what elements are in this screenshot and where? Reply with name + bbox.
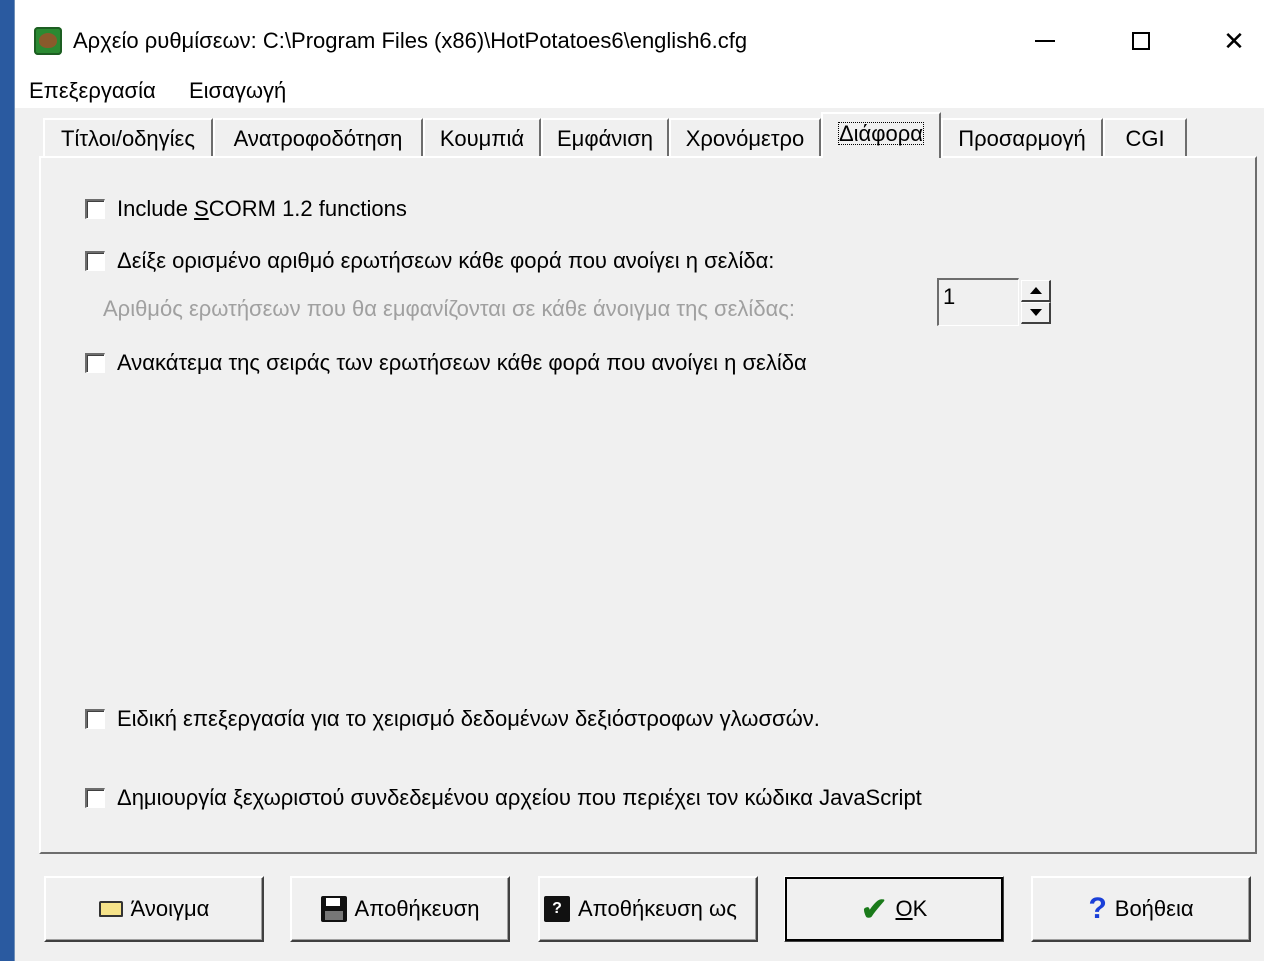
config-dialog: Αρχείο ρυθμίσεων: C:\Program Files (x86)…: [14, 0, 1264, 961]
maximize-button[interactable]: [1118, 22, 1164, 60]
menu-edit[interactable]: Επεξεργασία: [29, 78, 156, 104]
open-button[interactable]: Άνοιγμα: [44, 876, 264, 942]
num-questions-input[interactable]: 1: [937, 278, 1019, 326]
rtl-option[interactable]: Ειδική επεξεργασία για το χειρισμό δεδομ…: [85, 706, 820, 732]
floppy-disk-question-icon: ?: [544, 896, 570, 922]
scorm-option[interactable]: Include SCORM 1.2 functions: [85, 196, 407, 222]
shuffle-option[interactable]: Ανακάτεμα της σειράς των ερωτήσεων κάθε …: [85, 350, 807, 376]
separate-js-option[interactable]: Δημιουργία ξεχωριστού συνδεδεμένου αρχεί…: [85, 785, 922, 811]
scorm-checkbox[interactable]: [85, 199, 105, 219]
save-as-button[interactable]: ? Αποθήκευση ως: [538, 876, 758, 942]
minimize-button[interactable]: [1022, 22, 1068, 60]
rtl-checkbox[interactable]: [85, 709, 105, 729]
window-title: Αρχείο ρυθμίσεων: C:\Program Files (x86)…: [73, 28, 748, 53]
scorm-label: Include SCORM 1.2 functions: [117, 196, 407, 221]
menu-insert[interactable]: Εισαγωγή: [189, 78, 286, 104]
tab-timer[interactable]: Χρονόμετρο: [669, 118, 821, 156]
tab-appearance[interactable]: Εμφάνιση: [541, 118, 669, 156]
show-n-questions-label: Δείξε ορισμένο αριθμό ερωτήσεων κάθε φορ…: [117, 248, 775, 273]
separate-js-checkbox[interactable]: [85, 788, 105, 808]
shuffle-label: Ανακάτεμα της σειράς των ερωτήσεων κάθε …: [117, 350, 807, 375]
separate-js-label: Δημιουργία ξεχωριστού συνδεδεμένου αρχεί…: [117, 785, 922, 810]
minimize-icon: [1035, 40, 1055, 42]
floppy-disk-icon: [320, 896, 347, 922]
maximize-icon: [1132, 32, 1150, 50]
question-mark-icon: ?: [1088, 892, 1107, 925]
tab-feedback[interactable]: Ανατροφοδότηση: [213, 118, 423, 156]
hot-potatoes-icon: [34, 27, 62, 55]
shuffle-checkbox[interactable]: [85, 353, 105, 373]
close-button[interactable]: ✕: [1211, 22, 1257, 60]
tab-cgi[interactable]: CGI: [1103, 118, 1187, 156]
show-n-questions-option[interactable]: Δείξε ορισμένο αριθμό ερωτήσεων κάθε φορ…: [85, 248, 774, 274]
spin-up-button[interactable]: [1021, 280, 1051, 302]
close-icon: ✕: [1223, 25, 1245, 56]
checkmark-icon: ✔: [860, 891, 888, 927]
arrow-up-icon: [1029, 287, 1042, 294]
desktop-background: [0, 0, 14, 961]
tab-other[interactable]: Διάφορα: [821, 112, 941, 158]
ok-button[interactable]: ✔ OK: [784, 876, 1004, 942]
title-bar[interactable]: Αρχείο ρυθμίσεων: C:\Program Files (x86)…: [15, 0, 1264, 80]
num-questions-stepper: 1: [937, 278, 1055, 326]
folder-open-icon: [98, 901, 123, 917]
tab-buttons[interactable]: Κουμπιά: [423, 118, 541, 156]
help-button[interactable]: ? Βοήθεια: [1031, 876, 1251, 942]
num-questions-label: Αριθμός ερωτήσεων που θα εμφανίζονται σε…: [103, 296, 796, 321]
menu-bar: Επεξεργασία Εισαγωγή: [15, 74, 1264, 108]
tab-panel-other: Include SCORM 1.2 functions Δείξε ορισμέ…: [39, 156, 1257, 854]
show-n-questions-checkbox[interactable]: [85, 251, 105, 271]
spin-buttons: [1021, 280, 1051, 324]
spin-down-button[interactable]: [1021, 302, 1051, 324]
arrow-down-icon: [1029, 309, 1042, 316]
tab-titles-instructions[interactable]: Τίτλοι/οδηγίες: [43, 118, 213, 156]
rtl-label: Ειδική επεξεργασία για το χειρισμό δεδομ…: [117, 706, 820, 731]
tab-customize[interactable]: Προσαρμογή: [941, 118, 1103, 156]
save-button[interactable]: Αποθήκευση: [290, 876, 510, 942]
